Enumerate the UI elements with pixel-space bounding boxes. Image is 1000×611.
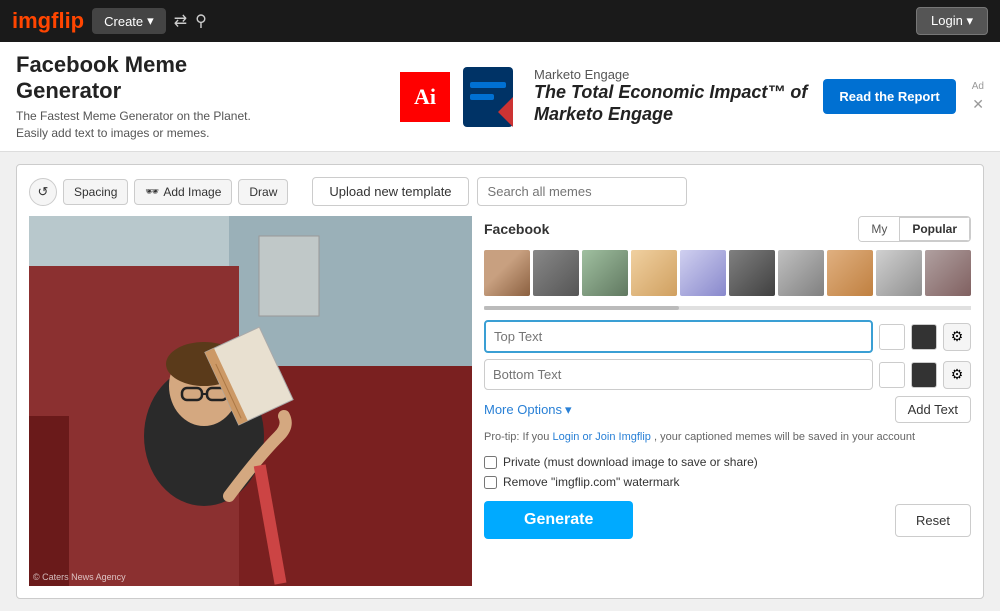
login-chevron-icon: ▾ bbox=[966, 13, 973, 28]
toolbar-right: Upload new template bbox=[312, 177, 686, 206]
meme-thumb-5[interactable] bbox=[680, 250, 726, 296]
ad-label: Ad bbox=[972, 81, 984, 92]
top-text-color-black[interactable] bbox=[911, 324, 937, 350]
logo[interactable]: imgflip bbox=[12, 8, 84, 34]
spacing-button[interactable]: Spacing bbox=[63, 179, 128, 205]
logo-flip: flip bbox=[51, 8, 84, 33]
create-chevron-icon: ▾ bbox=[147, 13, 154, 29]
meme-thumb-2[interactable] bbox=[533, 250, 579, 296]
meme-background bbox=[29, 216, 472, 586]
draw-label: Draw bbox=[249, 185, 277, 199]
ad-close-icon[interactable]: ✕ bbox=[972, 96, 984, 113]
ad-logos: Ai bbox=[400, 62, 518, 132]
meme-thumb-1[interactable] bbox=[484, 250, 530, 296]
ad-headline: The Total Economic Impact™ of Marketo En… bbox=[534, 82, 807, 125]
ad-product-icon bbox=[458, 62, 518, 132]
shuffle-icon[interactable]: ⇄ bbox=[174, 11, 187, 31]
page-title: Facebook Meme Generator bbox=[16, 52, 256, 104]
main-content: ↺ Spacing 🕶 Add Image Draw Upload new te… bbox=[0, 152, 1000, 611]
pro-tip: Pro-tip: If you Login or Join Imgflip , … bbox=[484, 431, 971, 443]
facebook-header: Facebook My Popular bbox=[484, 216, 971, 242]
navbar: imgflip Create ▾ ⇄ ⚲ Login ▾ bbox=[0, 0, 1000, 42]
top-text-input[interactable] bbox=[484, 320, 873, 353]
meme-thumb-9[interactable] bbox=[876, 250, 922, 296]
meme-image-canvas: © Caters News Agency bbox=[29, 216, 472, 586]
bottom-text-row: ⚙ bbox=[484, 359, 971, 390]
ad-content: Ai Marketo Engage The Total Economic Imp… bbox=[256, 62, 984, 132]
tab-popular[interactable]: Popular bbox=[899, 217, 970, 241]
create-label: Create bbox=[104, 14, 143, 29]
meme-thumb-10[interactable] bbox=[925, 250, 971, 296]
sunglasses-icon: 🕶 bbox=[145, 185, 159, 198]
login-button[interactable]: Login ▾ bbox=[916, 7, 988, 35]
more-options-label: More Options bbox=[484, 402, 562, 417]
ad-text: Marketo Engage The Total Economic Impact… bbox=[534, 67, 807, 125]
toolbar-left: ↺ Spacing 🕶 Add Image Draw bbox=[29, 178, 288, 206]
add-image-button[interactable]: 🕶 Add Image bbox=[134, 179, 232, 205]
ad-brand: Marketo Engage bbox=[534, 67, 807, 82]
spacing-label: Spacing bbox=[74, 185, 117, 199]
refresh-icon[interactable]: ↺ bbox=[29, 178, 57, 206]
login-label: Login bbox=[931, 13, 963, 28]
section-label: Facebook bbox=[484, 221, 549, 237]
watermark-checkbox-row: Remove "imgflip.com" watermark bbox=[484, 475, 971, 489]
generate-button[interactable]: Generate bbox=[484, 501, 633, 539]
meme-thumb-6[interactable] bbox=[729, 250, 775, 296]
bottom-text-color-black[interactable] bbox=[911, 362, 937, 388]
generator-panel: ↺ Spacing 🕶 Add Image Draw Upload new te… bbox=[16, 164, 984, 599]
meme-thumb-8[interactable] bbox=[827, 250, 873, 296]
bottom-text-settings-button[interactable]: ⚙ bbox=[943, 361, 971, 389]
right-panel: Facebook My Popular bbox=[484, 216, 971, 586]
options-row: More Options ▾ Add Text bbox=[484, 396, 971, 423]
bottom-text-color-white[interactable] bbox=[879, 362, 905, 388]
thumbnail-scrollbar[interactable] bbox=[484, 306, 971, 310]
reset-button[interactable]: Reset bbox=[895, 504, 971, 537]
navbar-left: imgflip Create ▾ ⇄ ⚲ bbox=[12, 8, 207, 34]
search-icon[interactable]: ⚲ bbox=[195, 11, 207, 31]
add-text-button[interactable]: Add Text bbox=[895, 396, 971, 423]
ad-close-area: Ad ✕ bbox=[972, 81, 984, 113]
meme-thumb-4[interactable] bbox=[631, 250, 677, 296]
page-subtitle: The Fastest Meme Generator on the Planet… bbox=[16, 108, 256, 142]
watermark-label: Remove "imgflip.com" watermark bbox=[503, 475, 680, 489]
private-checkbox-row: Private (must download image to save or … bbox=[484, 455, 971, 469]
meme-svg bbox=[29, 216, 472, 586]
toolbar: ↺ Spacing 🕶 Add Image Draw Upload new te… bbox=[29, 177, 971, 206]
draw-button[interactable]: Draw bbox=[238, 179, 288, 205]
top-text-color-white[interactable] bbox=[879, 324, 905, 350]
more-options-chevron-icon: ▾ bbox=[565, 402, 572, 418]
content-area: © Caters News Agency Facebook My Popular bbox=[29, 216, 971, 586]
image-credit: © Caters News Agency bbox=[33, 572, 126, 582]
meme-thumb-3[interactable] bbox=[582, 250, 628, 296]
login-join-link[interactable]: Login or Join Imgflip bbox=[552, 431, 650, 443]
tab-my[interactable]: My bbox=[859, 217, 899, 241]
top-text-row: ⚙ bbox=[484, 320, 971, 353]
thumbs-wrapper bbox=[484, 250, 971, 318]
ad-cta-button[interactable]: Read the Report bbox=[823, 79, 955, 114]
private-label: Private (must download image to save or … bbox=[503, 455, 758, 469]
top-text-settings-button[interactable]: ⚙ bbox=[943, 323, 971, 351]
create-button[interactable]: Create ▾ bbox=[92, 8, 166, 34]
ad-banner: Facebook Meme Generator The Fastest Meme… bbox=[0, 42, 1000, 152]
bottom-text-input[interactable] bbox=[484, 359, 873, 390]
meme-thumbnails bbox=[484, 250, 971, 296]
add-image-label: Add Image bbox=[163, 185, 221, 199]
logo-img: img bbox=[12, 8, 51, 33]
navbar-right: Login ▾ bbox=[916, 7, 988, 35]
page-title-section: Facebook Meme Generator The Fastest Meme… bbox=[16, 52, 256, 142]
private-checkbox[interactable] bbox=[484, 456, 497, 469]
watermark-checkbox[interactable] bbox=[484, 476, 497, 489]
adobe-logo: Ai bbox=[400, 72, 450, 122]
tab-group: My Popular bbox=[858, 216, 971, 242]
more-options-link[interactable]: More Options ▾ bbox=[484, 402, 572, 418]
search-memes-input[interactable] bbox=[477, 177, 687, 206]
meme-thumb-7[interactable] bbox=[778, 250, 824, 296]
upload-template-button[interactable]: Upload new template bbox=[312, 177, 468, 206]
thumbnail-scrollbar-thumb bbox=[484, 306, 679, 310]
action-row: Generate Reset bbox=[484, 501, 971, 539]
